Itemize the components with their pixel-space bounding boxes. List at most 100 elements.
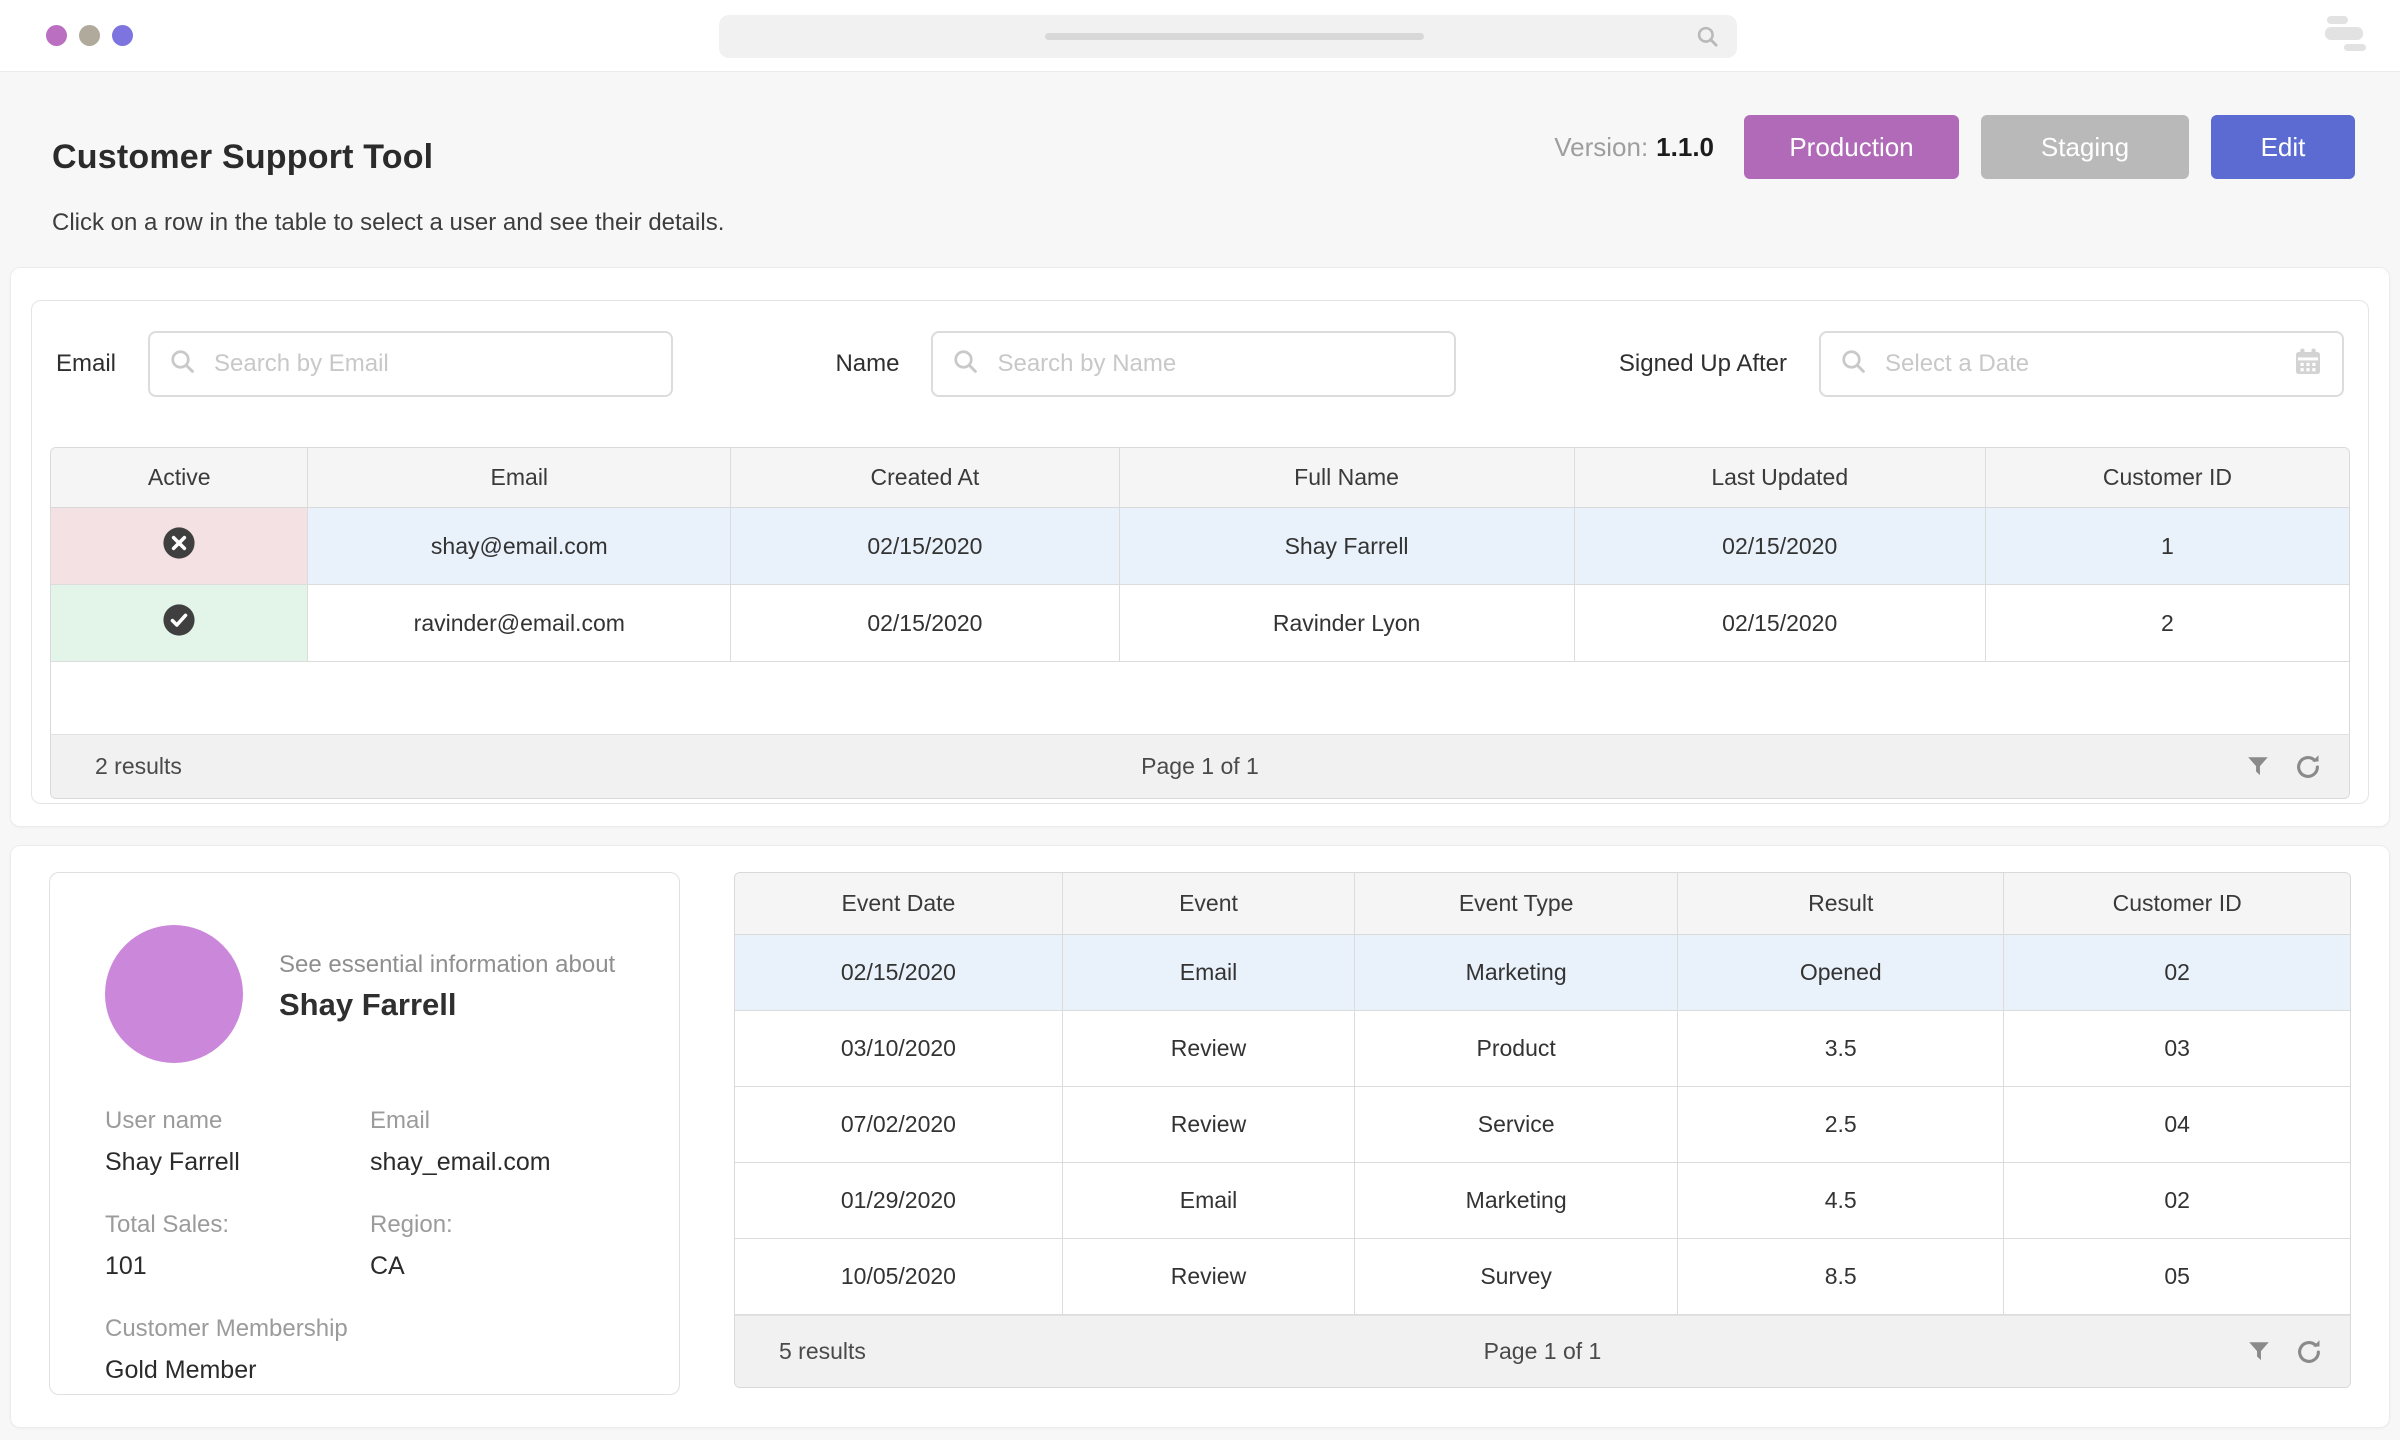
users-card: Email Name Signed Up After [31,300,2369,804]
event-date: 10/05/2020 [735,1239,1063,1315]
user-full-name: Shay Farrell [1120,508,1575,585]
event-row[interactable]: 07/02/2020 Review Service 2.5 04 [735,1087,2350,1163]
search-icon [951,347,981,382]
detail-panel: See essential information about Shay Far… [10,845,2390,1428]
user-row-ravinder[interactable]: ravinder@email.com 02/15/2020 Ravinder L… [51,585,2349,662]
event-result: 8.5 [1678,1239,2004,1315]
detail-fields: User name Shay Farrell Email shay_email.… [105,1107,639,1385]
address-bar-url-placeholder [1045,33,1424,40]
event: Review [1063,1087,1355,1163]
filters-row: Email Name Signed Up After [50,331,2350,397]
event-type: Service [1355,1087,1678,1163]
col-customer-id: Customer ID [2004,873,2350,935]
filter-email: Email [56,331,673,397]
col-customer-id: Customer ID [1986,448,2349,508]
event: Review [1063,1239,1355,1315]
detail-intro-text: See essential information about [279,951,615,979]
browser-address-bar[interactable] [719,15,1737,58]
calendar-icon[interactable] [2292,346,2324,383]
refresh-icon[interactable] [2293,752,2323,782]
page-header: Customer Support Tool Click on a row in … [0,72,2400,237]
event-customer-id: 04 [2004,1087,2350,1163]
col-event-date: Event Date [735,873,1063,935]
window-controls [46,25,133,46]
date-input[interactable] [1885,350,2292,378]
email-search-input[interactable] [214,350,653,378]
version-value: 1.1.0 [1656,132,1714,162]
browser-menu-icon[interactable] [2325,16,2367,52]
user-full-name: Ravinder Lyon [1120,585,1575,662]
event-row[interactable]: 01/29/2020 Email Marketing 4.5 02 [735,1163,2350,1239]
production-button[interactable]: Production [1744,115,1959,179]
date-search-box [1819,331,2344,397]
status-cell [51,508,308,585]
event-date: 01/29/2020 [735,1163,1063,1239]
user-created-at: 02/15/2020 [731,585,1119,662]
date-filter-label: Signed Up After [1619,350,1787,378]
filter-icon[interactable] [2245,754,2271,780]
users-panel: Email Name Signed Up After [10,267,2390,827]
field-user-name: User name Shay Farrell [105,1107,370,1177]
user-row-shay[interactable]: shay@email.com 02/15/2020 Shay Farrell 0… [51,508,2349,585]
col-result: Result [1678,873,2004,935]
refresh-icon[interactable] [2294,1337,2324,1367]
user-created-at: 02/15/2020 [731,508,1119,585]
page-indicator: Page 1 of 1 [51,753,2349,780]
edit-button[interactable]: Edit [2211,115,2355,179]
event-row[interactable]: 02/15/2020 Email Marketing Opened 02 [735,935,2350,1011]
col-event-type: Event Type [1355,873,1678,935]
filter-icon[interactable] [2246,1339,2272,1365]
user-customer-id: 1 [1986,508,2349,585]
col-event: Event [1063,873,1355,935]
page-subtitle: Click on a row in the table to select a … [52,209,2348,237]
col-active: Active [51,448,308,508]
event-date: 02/15/2020 [735,935,1063,1011]
user-customer-id: 2 [1986,585,2349,662]
window-dot-left[interactable] [46,25,67,46]
event-type: Marketing [1355,935,1678,1011]
user-last-updated: 02/15/2020 [1575,585,1986,662]
col-email: Email [308,448,731,508]
event-type: Marketing [1355,1163,1678,1239]
event-row[interactable]: 03/10/2020 Review Product 3.5 03 [735,1011,2350,1087]
detail-header: See essential information about Shay Far… [105,925,639,1063]
event-customer-id: 02 [2004,935,2350,1011]
events-header-row: Event Date Event Event Type Result Custo… [735,873,2350,935]
event-type: Survey [1355,1239,1678,1315]
name-filter-label: Name [835,350,899,378]
event: Review [1063,1011,1355,1087]
event: Email [1063,935,1355,1011]
event-customer-id: 02 [2004,1163,2350,1239]
search-icon [168,347,198,382]
event-result: Opened [1678,935,2004,1011]
page-indicator: Page 1 of 1 [735,1338,2350,1365]
event-row[interactable]: 10/05/2020 Review Survey 8.5 05 [735,1239,2350,1315]
name-search-input[interactable] [997,350,1436,378]
status-cell [51,585,308,662]
staging-button[interactable]: Staging [1981,115,2189,179]
email-search-box [148,331,673,397]
search-icon [1695,24,1721,55]
event-date: 03/10/2020 [735,1011,1063,1087]
user-email: shay@email.com [308,508,731,585]
event: Email [1063,1163,1355,1239]
x-circle-icon [162,526,196,566]
field-region: Region: CA [370,1211,639,1281]
header-actions: Version: 1.1.0 Production Staging Edit [1554,115,2355,179]
detail-customer-name: Shay Farrell [279,987,615,1023]
email-filter-label: Email [56,350,116,378]
event-result: 4.5 [1678,1163,2004,1239]
name-search-box [931,331,1456,397]
empty-rows-area [51,662,2349,734]
user-email: ravinder@email.com [308,585,731,662]
window-dot-middle[interactable] [79,25,100,46]
col-full-name: Full Name [1120,448,1575,508]
users-table: Active Email Created At Full Name Last U… [50,447,2350,799]
filter-name: Name [835,331,1456,397]
customer-detail-card: See essential information about Shay Far… [49,872,680,1395]
col-created-at: Created At [731,448,1119,508]
version-label: Version: [1554,132,1648,162]
window-dot-right[interactable] [112,25,133,46]
filter-signed-up-after: Signed Up After [1619,331,2344,397]
users-header-row: Active Email Created At Full Name Last U… [51,448,2349,508]
